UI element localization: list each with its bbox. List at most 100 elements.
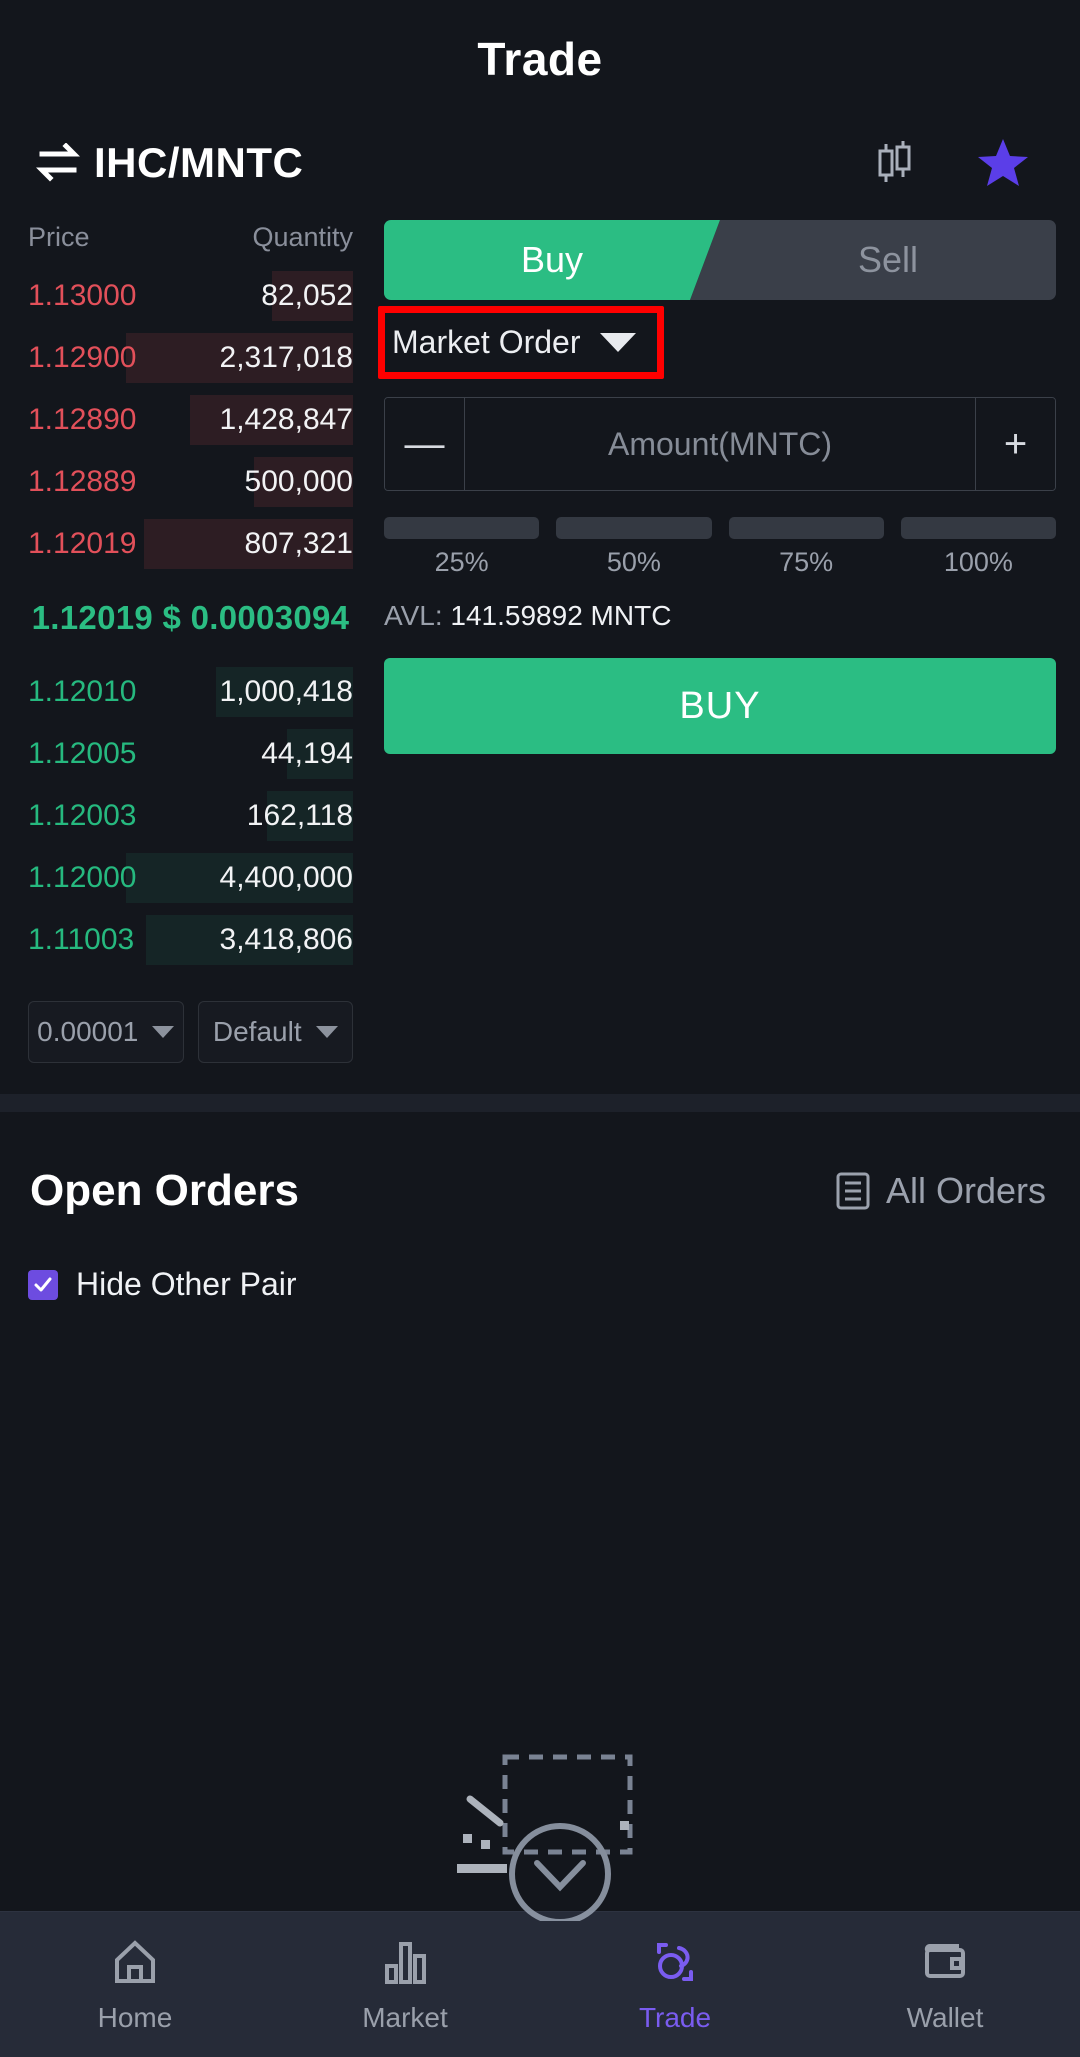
percent-button[interactable]: 75% xyxy=(728,517,884,578)
percent-button[interactable]: 100% xyxy=(900,517,1056,578)
order-book-controls: 0.00001 Default xyxy=(28,1001,353,1063)
pair-header: IHC/MNTC xyxy=(0,118,1080,208)
order-book-row[interactable]: 1.13000 82,052 xyxy=(28,265,353,327)
order-book-quantity: 82,052 xyxy=(261,279,353,312)
section-divider xyxy=(0,1094,1080,1112)
percent-button[interactable]: 50% xyxy=(556,517,712,578)
order-type-value: Market Order xyxy=(392,324,581,360)
list-icon xyxy=(836,1172,870,1210)
percent-button[interactable]: 25% xyxy=(384,517,540,578)
trade-icon xyxy=(649,1936,701,1988)
amount-stepper: — + xyxy=(384,397,1056,491)
order-book-price: 1.12010 xyxy=(28,675,137,708)
percent-label: 25% xyxy=(434,547,489,577)
app-header: Trade xyxy=(0,0,1080,118)
percent-label: 100% xyxy=(943,547,1013,577)
order-book-row[interactable]: 1.12889 500,000 xyxy=(28,451,353,513)
percent-bar xyxy=(900,517,1056,539)
nav-item-trade[interactable]: Trade xyxy=(540,1936,810,2034)
decrement-button[interactable]: — xyxy=(385,398,465,490)
available-balance: AVL: 141.59892 MNTC xyxy=(384,600,1056,632)
order-type-wrapper: Market Order xyxy=(378,306,665,379)
star-icon[interactable] xyxy=(976,137,1030,189)
order-book-price: 1.12889 xyxy=(28,465,137,498)
pair-selector[interactable]: IHC/MNTC xyxy=(35,139,304,187)
market-icon xyxy=(379,1936,431,1988)
order-book-price: 1.11003 xyxy=(28,923,135,956)
nav-item-market[interactable]: Market xyxy=(270,1936,540,2034)
wallet-icon xyxy=(919,1936,971,1988)
column-header-price: Price xyxy=(28,222,90,252)
depth-mode-select[interactable]: Default xyxy=(197,1001,353,1063)
order-book-row[interactable]: 1.11003 3,418,806 xyxy=(28,909,353,971)
nav-label: Trade xyxy=(638,2001,712,2033)
column-header-quantity: Quantity xyxy=(252,222,353,252)
order-book-price: 1.12019 xyxy=(28,527,137,560)
order-book-quantity: 44,194 xyxy=(261,737,353,770)
all-orders-label: All Orders xyxy=(885,1170,1046,1211)
nav-label: Wallet xyxy=(906,2001,984,2033)
order-book-row[interactable]: 1.12019 807,321 xyxy=(28,513,353,575)
nav-label: Market xyxy=(362,2001,448,2033)
percent-bar xyxy=(728,517,884,539)
tick-size-value: 0.00001 xyxy=(37,1016,139,1047)
all-orders-link[interactable]: All Orders xyxy=(836,1170,1046,1212)
order-book-quantity: 1,428,847 xyxy=(219,403,353,436)
order-book: Price Quantity 1.13000 82,052 1.12900 2,317… xyxy=(0,214,375,1094)
order-book-row[interactable]: 1.12010 1,000,418 xyxy=(28,661,353,723)
nav-label: Home xyxy=(97,2001,173,2033)
percent-label: 50% xyxy=(606,547,661,577)
order-form: Buy Sell Market Order — + 25%50%75%100% … xyxy=(375,214,1080,1094)
order-book-quantity: 2,317,018 xyxy=(219,341,353,374)
chevron-down-icon xyxy=(315,1026,338,1038)
swap-icon xyxy=(35,142,81,183)
order-book-quantity: 4,400,000 xyxy=(219,861,353,894)
pair-name: IHC/MNTC xyxy=(94,139,304,186)
bottom-navigation: Home Market Trade Wallet xyxy=(0,1911,1080,2057)
trade-main: Price Quantity 1.13000 82,052 1.12900 2,317… xyxy=(0,208,1080,1094)
percent-shortcuts: 25% 50% 75% 100% xyxy=(384,517,1056,578)
percent-bar xyxy=(384,517,540,539)
hide-other-pair-label: Hide Other Pair xyxy=(76,1266,297,1302)
nav-item-wallet[interactable]: Wallet xyxy=(810,1936,1080,2034)
open-orders-title: Open Orders xyxy=(30,1166,299,1215)
page-title: Trade xyxy=(477,33,603,85)
ask-rows: 1.13000 82,052 1.12900 2,317,018 1.12890 1,42… xyxy=(28,265,353,575)
order-book-quantity: 162,118 xyxy=(246,799,353,832)
open-orders-section: Open Orders All Orders Hide Other Pair xyxy=(0,1112,1080,1925)
order-book-quantity: 500,000 xyxy=(244,465,353,498)
order-book-quantity: 807,321 xyxy=(244,527,353,560)
order-book-header: Price Quantity xyxy=(28,214,353,265)
depth-mode-value: Default xyxy=(212,1016,302,1047)
hide-other-pair-checkbox[interactable] xyxy=(28,1269,58,1300)
avl-label: AVL: xyxy=(384,600,443,631)
order-book-quantity: 1,000,418 xyxy=(219,675,353,708)
order-book-row[interactable]: 1.12005 44,194 xyxy=(28,723,353,785)
candlestick-chart-icon[interactable] xyxy=(870,139,918,187)
order-book-price: 1.12900 xyxy=(28,341,137,374)
tab-sell[interactable]: Sell xyxy=(690,220,1056,300)
increment-button[interactable]: + xyxy=(975,398,1055,490)
tab-buy[interactable]: Buy xyxy=(384,220,720,300)
order-book-row[interactable]: 1.12000 4,400,000 xyxy=(28,847,353,909)
buy-sell-tabs: Buy Sell xyxy=(384,220,1056,300)
chevron-down-icon xyxy=(152,1026,175,1038)
empty-state-illustration xyxy=(415,1741,665,1925)
submit-buy-button[interactable]: BUY xyxy=(384,658,1056,754)
trade-screen: Trade IHC/MNTC Price Quantity 1.13000 82… xyxy=(0,0,1080,2057)
percent-bar xyxy=(556,517,712,539)
hide-other-pair-toggle[interactable]: Hide Other Pair xyxy=(0,1216,1080,1303)
last-price-row: 1.12019 $ 0.0003094 xyxy=(31,599,350,636)
amount-input[interactable] xyxy=(465,398,975,490)
home-icon xyxy=(109,1936,161,1988)
order-book-row[interactable]: 1.12900 2,317,018 xyxy=(28,327,353,389)
tick-size-select[interactable]: 0.00001 xyxy=(28,1001,184,1063)
order-book-price: 1.12000 xyxy=(28,861,137,894)
nav-item-home[interactable]: Home xyxy=(0,1936,270,2034)
chevron-down-icon xyxy=(600,333,637,352)
order-book-row[interactable]: 1.12890 1,428,847 xyxy=(28,389,353,451)
order-book-quantity: 3,418,806 xyxy=(219,923,353,956)
order-type-select[interactable]: Market Order xyxy=(384,314,654,371)
avl-value: 141.59892 MNTC xyxy=(450,600,672,631)
order-book-row[interactable]: 1.12003 162,118 xyxy=(28,785,353,847)
